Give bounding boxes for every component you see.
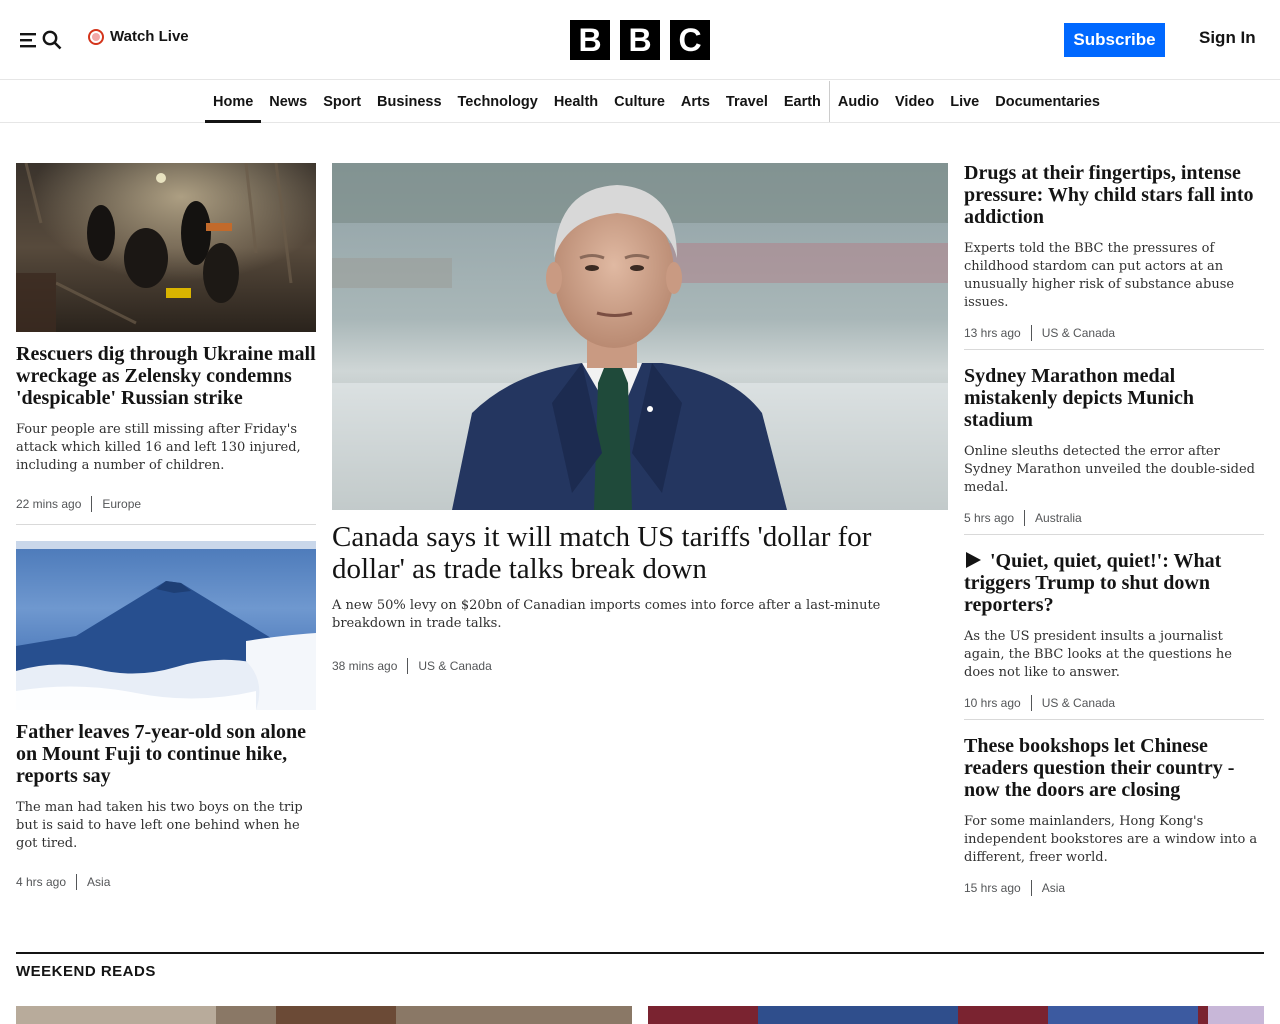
article-meta: 38 mins ago US & Canada [332,658,492,674]
watch-live-link[interactable]: Watch Live [88,28,189,45]
meta-separator [1030,325,1032,341]
article-time: 5 hrs ago [964,511,1015,525]
article-tag[interactable]: Asia [87,875,110,889]
left-article-2: Father leaves 7-year-old son alone on Mo… [16,721,316,853]
nav-item-news[interactable]: News [261,81,315,122]
watch-live-label: Watch Live [110,28,189,45]
article-divider [964,719,1264,720]
article-time: 13 hrs ago [964,326,1021,340]
article-summary: The man had taken his two boys on the tr… [16,800,303,851]
nav-item-business[interactable]: Business [369,81,449,122]
article-divider [964,534,1264,535]
article-time: 38 mins ago [332,659,398,673]
article-tag[interactable]: Australia [1035,511,1082,525]
weekend-read-image-2[interactable] [648,1006,1264,1024]
article-time: 4 hrs ago [16,875,67,889]
main-article: Canada says it will match US tariffs 'do… [332,521,948,633]
article-tag[interactable]: Asia [1042,881,1065,895]
menu-icon [20,33,36,48]
primary-nav: Home News Sport Business Technology Heal… [0,81,1280,123]
article-time: 10 hrs ago [964,696,1021,710]
right-article-2: Sydney Marathon medal mistakenly depicts… [964,365,1264,497]
article-headline[interactable]: 'Quiet, quiet, quiet!': What triggers Tr… [964,550,1264,616]
nav-item-audio[interactable]: Audio [830,81,887,122]
meta-separator [76,874,78,890]
article-summary: Online sleuths detected the error after … [964,444,1255,495]
section-title-weekend-reads[interactable]: WEEKEND READS [16,963,156,980]
nav-item-live[interactable]: Live [942,81,987,122]
main-summary: A new 50% levy on $20bn of Canadian impo… [332,598,881,631]
search-icon [42,30,62,50]
sign-in-link[interactable]: Sign In [1199,28,1256,48]
nav-item-health[interactable]: Health [546,81,606,122]
bbc-logo[interactable]: B B C [570,20,710,60]
main-story-image[interactable] [332,163,948,510]
article-meta: 4 hrs ago Asia [16,874,110,890]
article-meta: 10 hrs ago US & Canada [964,695,1115,711]
article-tag[interactable]: US & Canada [1042,696,1115,710]
section-rule [16,952,1264,954]
logo-letter: B [570,20,610,60]
menu-search-button[interactable] [20,28,62,52]
article-divider [964,349,1264,350]
logo-letter: C [670,20,710,60]
nav-item-sport[interactable]: Sport [315,81,369,122]
article-time: 15 hrs ago [964,881,1021,895]
article-headline-text: 'Quiet, quiet, quiet!': What triggers Tr… [964,550,1222,616]
article-summary: For some mainlanders, Hong Kong's indepe… [964,814,1258,865]
article-divider [16,524,316,525]
nav-item-video[interactable]: Video [887,81,942,122]
right-article-1: Drugs at their fingertips, intense press… [964,162,1264,312]
meta-separator [1030,695,1032,711]
main-headline[interactable]: Canada says it will match US tariffs 'do… [332,521,948,585]
nav-item-technology[interactable]: Technology [450,81,546,122]
ukraine-mall-image[interactable] [16,163,316,332]
nav-list: Home News Sport Business Technology Heal… [205,81,1108,123]
meta-separator [1030,880,1032,896]
meta-separator [407,658,409,674]
nav-item-arts[interactable]: Arts [673,81,718,122]
play-icon [966,552,981,568]
subscribe-button[interactable]: Subscribe [1064,23,1165,57]
weekend-read-image-1[interactable] [16,1006,632,1024]
live-icon [88,28,104,45]
article-time: 22 mins ago [16,497,82,511]
article-meta: 22 mins ago Europe [16,496,141,512]
nav-item-travel[interactable]: Travel [718,81,776,122]
meta-separator [1024,510,1026,526]
logo-letter: B [620,20,660,60]
nav-item-earth[interactable]: Earth [776,81,829,122]
right-article-4: These bookshops let Chinese readers ques… [964,735,1264,867]
nav-item-culture[interactable]: Culture [606,81,673,122]
site-header: Watch Live B B C Subscribe Sign In [0,0,1280,80]
mount-fuji-image[interactable] [16,541,316,710]
article-tag[interactable]: US & Canada [418,659,491,673]
article-meta: 15 hrs ago Asia [964,880,1065,896]
article-headline[interactable]: Rescuers dig through Ukraine mall wrecka… [16,343,316,409]
article-summary: As the US president insults a journalist… [964,629,1232,680]
article-tag[interactable]: US & Canada [1042,326,1115,340]
article-headline[interactable]: These bookshops let Chinese readers ques… [964,735,1264,801]
article-headline[interactable]: Drugs at their fingertips, intense press… [964,162,1264,228]
article-headline[interactable]: Father leaves 7-year-old son alone on Mo… [16,721,316,787]
meta-separator [91,496,93,512]
article-summary: Four people are still missing after Frid… [16,422,301,473]
article-summary: Experts told the BBC the pressures of ch… [964,241,1235,310]
article-meta: 5 hrs ago Australia [964,510,1082,526]
left-article-1: Rescuers dig through Ukraine mall wrecka… [16,343,316,475]
right-article-3: 'Quiet, quiet, quiet!': What triggers Tr… [964,550,1264,682]
nav-item-documentaries[interactable]: Documentaries [987,81,1108,122]
nav-item-home[interactable]: Home [205,81,262,123]
article-tag[interactable]: Europe [102,497,141,511]
article-meta: 13 hrs ago US & Canada [964,325,1115,341]
article-headline[interactable]: Sydney Marathon medal mistakenly depicts… [964,365,1264,431]
